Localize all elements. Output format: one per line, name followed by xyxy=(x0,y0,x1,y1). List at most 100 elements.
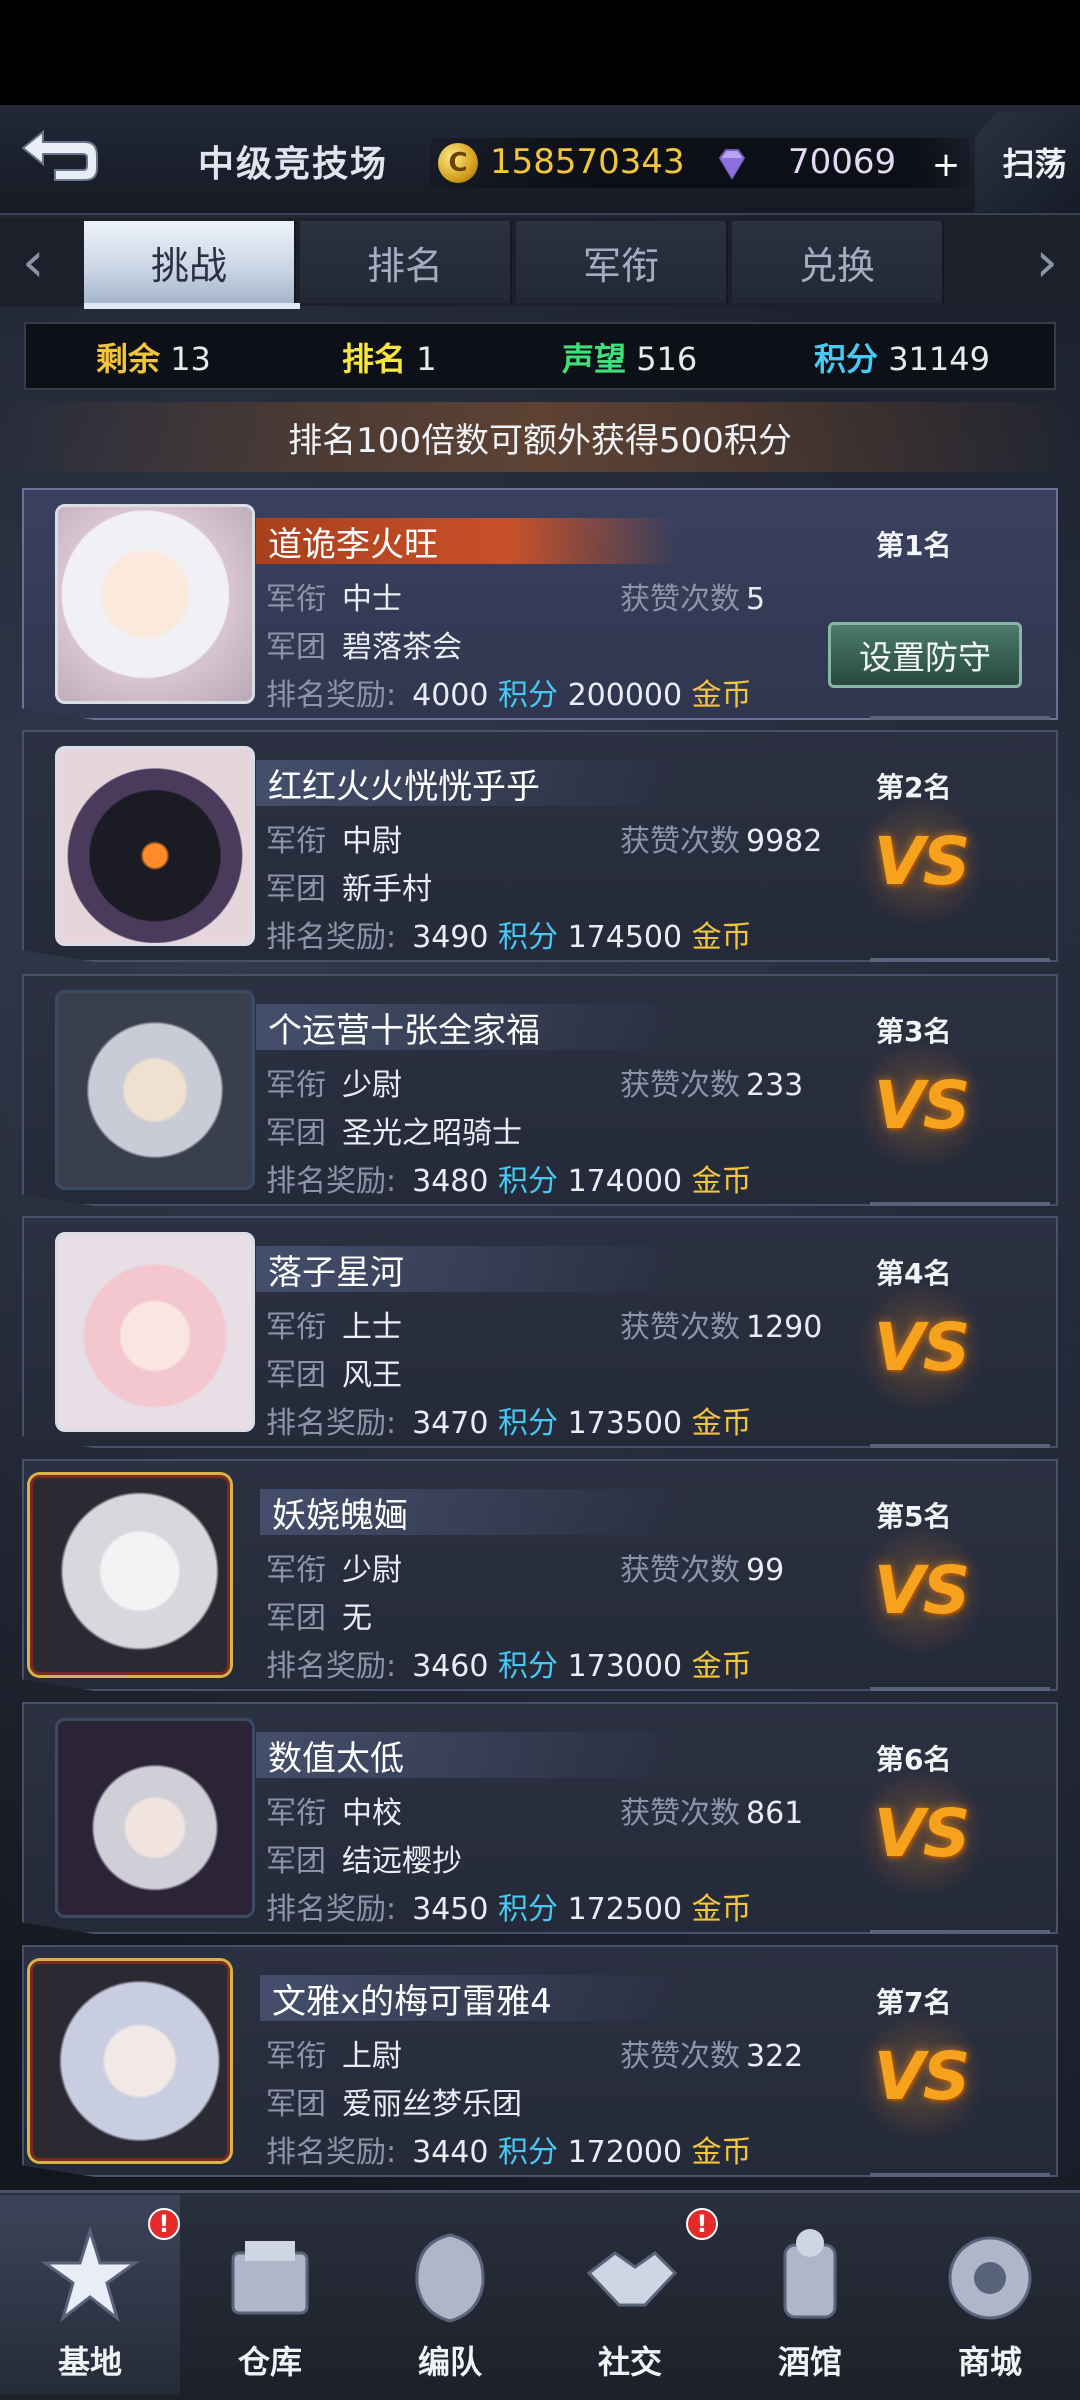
player-avatar[interactable] xyxy=(55,1718,255,1918)
legion-row: 军团 风王 xyxy=(266,1358,402,1393)
legion-row: 军团 爱丽丝梦乐团 xyxy=(266,2087,522,2122)
reward-row: 排名奖励: 3440 积分 172000 金币 xyxy=(266,2135,752,2170)
coin-amount: 158570343 xyxy=(490,142,685,182)
player-name: 道诡李火旺 xyxy=(256,518,676,565)
nav-label: 编队 xyxy=(417,2343,482,2381)
vs-challenge-button[interactable]: VS xyxy=(856,1282,986,1412)
likes-row: 获赞次数 1290 xyxy=(620,1310,823,1345)
card-divider xyxy=(870,958,1050,962)
stat-rank: 排名 1 xyxy=(342,340,437,378)
likes-row: 获赞次数 9982 xyxy=(620,824,823,859)
military-rank-row: 军衔 少尉 xyxy=(266,1553,402,1588)
warehouse-icon xyxy=(231,2241,309,2315)
reward-row: 排名奖励: 3480 积分 174000 金币 xyxy=(266,1164,752,1199)
legion-row: 军团 新手村 xyxy=(266,872,432,907)
nav-tavern[interactable]: 酒馆 xyxy=(720,2195,900,2395)
tab-military-rank[interactable]: 军衔 xyxy=(516,221,728,303)
chevron-right-icon[interactable]: › xyxy=(1036,230,1058,295)
vs-icon: VS xyxy=(873,1308,971,1386)
card-divider xyxy=(870,2173,1050,2177)
diamond-icon xyxy=(718,149,746,180)
vs-challenge-button[interactable]: VS xyxy=(856,796,986,926)
card-divider xyxy=(870,716,1050,720)
legion-row: 军团 碧落茶会 xyxy=(266,630,462,665)
chevron-left-icon[interactable]: ‹ xyxy=(22,230,44,295)
player-name: 文雅x的梅可雷雅4 xyxy=(260,1975,680,2022)
vs-challenge-button[interactable]: VS xyxy=(856,1768,986,1898)
legion-row: 军团 圣光之昭骑士 xyxy=(266,1116,522,1151)
vs-icon: VS xyxy=(873,2037,971,2115)
card-divider xyxy=(870,1202,1050,1206)
nav-warehouse[interactable]: 仓库 xyxy=(180,2195,360,2395)
military-rank-row: 军衔 中尉 xyxy=(266,824,402,859)
vs-challenge-button[interactable]: VS xyxy=(856,2011,986,2141)
stat-remaining: 剩余 13 xyxy=(96,340,211,378)
nav-label: 基地 xyxy=(57,2343,122,2381)
social-icon xyxy=(586,2251,678,2307)
nav-label: 酒馆 xyxy=(777,2343,842,2381)
player-name: 落子星河 xyxy=(256,1246,676,1293)
reward-row: 排名奖励: 4000 积分 200000 金币 xyxy=(266,678,752,713)
reward-row: 排名奖励: 3490 积分 174500 金币 xyxy=(266,920,752,955)
stat-points: 积分 31149 xyxy=(814,340,990,378)
reward-row: 排名奖励: 3470 积分 173500 金币 xyxy=(266,1406,752,1441)
vs-icon: VS xyxy=(873,1794,971,1872)
rank-position: 第1名 xyxy=(876,529,952,562)
notification-badge: ! xyxy=(686,2208,718,2240)
military-rank-row: 军衔 上士 xyxy=(266,1310,402,1345)
set-defense-button[interactable]: 设置防守 xyxy=(828,622,1022,688)
player-name: 红红火火恍恍乎乎 xyxy=(256,760,676,807)
bonus-notice: 排名100倍数可额外获得500积分 xyxy=(0,402,1080,472)
likes-row: 获赞次数 99 xyxy=(620,1553,785,1588)
nav-label: 商城 xyxy=(957,2343,1022,2381)
notification-badge: ! xyxy=(148,2208,180,2240)
nav-label: 社交 xyxy=(597,2343,662,2381)
card-divider xyxy=(870,1687,1050,1691)
reward-row: 排名奖励: 3460 积分 173000 金币 xyxy=(266,1649,752,1684)
status-area xyxy=(0,0,1080,105)
nav-shop[interactable]: 商城 xyxy=(900,2195,1080,2395)
vs-icon: VS xyxy=(873,822,971,900)
player-name: 数值太低 xyxy=(256,1732,676,1779)
player-avatar[interactable] xyxy=(30,1475,230,1675)
back-arrow-icon xyxy=(21,129,98,181)
active-tab-indicator xyxy=(84,303,300,309)
add-currency-button[interactable]: + xyxy=(928,148,964,184)
player-avatar[interactable] xyxy=(55,746,255,946)
player-name: 个运营十张全家福 xyxy=(256,1004,676,1051)
card-divider xyxy=(870,1444,1050,1448)
player-avatar[interactable] xyxy=(30,1961,230,2161)
vs-icon: VS xyxy=(873,1551,971,1629)
player-avatar[interactable] xyxy=(55,1232,255,1432)
base-icon xyxy=(40,2225,140,2323)
legion-row: 军团无 xyxy=(266,1601,372,1636)
military-rank-row: 军衔 少尉 xyxy=(266,1068,402,1103)
tab-challenge[interactable]: 挑战 xyxy=(84,221,296,303)
legion-row: 军团 结远樱抄 xyxy=(266,1844,462,1879)
vs-challenge-button[interactable]: VS xyxy=(856,1525,986,1655)
shop-icon xyxy=(948,2236,1032,2320)
nav-formation[interactable]: 编队 xyxy=(360,2195,540,2395)
tab-exchange[interactable]: 兑换 xyxy=(732,221,944,303)
page-title: 中级竞技场 xyxy=(198,144,389,185)
vs-icon: VS xyxy=(873,1066,971,1144)
card-divider xyxy=(870,1930,1050,1934)
likes-row: 获赞次数 861 xyxy=(620,1796,804,1831)
nav-label: 仓库 xyxy=(237,2343,302,2381)
back-button[interactable] xyxy=(8,112,108,204)
player-name: 妖娆魄婳 xyxy=(260,1489,680,1536)
military-rank-row: 军衔 中士 xyxy=(266,582,402,617)
military-rank-row: 军衔 中校 xyxy=(266,1796,402,1831)
tab-ranking[interactable]: 排名 xyxy=(300,221,512,303)
formation-icon xyxy=(415,2233,485,2323)
reward-row: 排名奖励: 3450 积分 172500 金币 xyxy=(266,1892,752,1927)
military-rank-row: 军衔 上尉 xyxy=(266,2039,402,2074)
likes-row: 获赞次数 5 xyxy=(620,582,766,617)
player-avatar[interactable] xyxy=(55,990,255,1190)
player-avatar[interactable] xyxy=(55,504,255,704)
likes-row: 获赞次数 233 xyxy=(620,1068,804,1103)
vs-challenge-button[interactable]: VS xyxy=(856,1040,986,1170)
sweep-button[interactable]: 扫荡 xyxy=(975,112,1080,212)
tavern-icon xyxy=(783,2229,837,2319)
coin-icon: C xyxy=(438,143,478,183)
